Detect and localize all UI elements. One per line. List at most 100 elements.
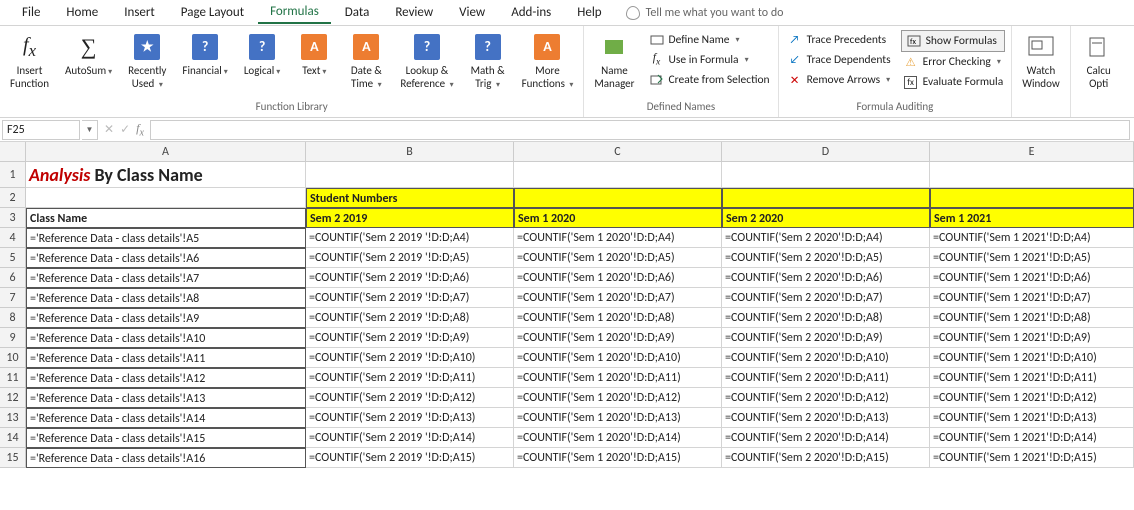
cell-E[interactable]: =COUNTIF('Sem 1 2021'!D:D;A7) (930, 288, 1134, 308)
cell-D[interactable]: =COUNTIF('Sem 2 2020'!D:D;A7) (722, 288, 930, 308)
row-header-8[interactable]: 8 (0, 308, 26, 328)
recently-button[interactable]: ★Recently Used ▾ (124, 30, 170, 93)
name-box[interactable]: F25 (2, 120, 80, 140)
cell-A[interactable]: ='Reference Data - class details'!A8 (26, 288, 306, 308)
menu-tab-file[interactable]: File (10, 2, 52, 23)
cell-A[interactable]: Analysis By Class Name (26, 162, 306, 188)
cell-E[interactable]: =COUNTIF('Sem 1 2021'!D:D;A5) (930, 248, 1134, 268)
cell-B[interactable]: =COUNTIF('Sem 2 2019 '!D:D;A9) (306, 328, 514, 348)
cell-C[interactable]: =COUNTIF('Sem 1 2020'!D:D;A15) (514, 448, 722, 468)
cell-B[interactable]: =COUNTIF('Sem 2 2019 '!D:D;A8) (306, 308, 514, 328)
cell-A[interactable]: ='Reference Data - class details'!A14 (26, 408, 306, 428)
cell-E[interactable]: =COUNTIF('Sem 1 2021'!D:D;A6) (930, 268, 1134, 288)
cell-C[interactable]: =COUNTIF('Sem 1 2020'!D:D;A9) (514, 328, 722, 348)
select-all-corner[interactable] (0, 142, 26, 162)
autosum-button[interactable]: ∑AutoSum▾ (61, 30, 116, 80)
cell-A[interactable]: ='Reference Data - class details'!A9 (26, 308, 306, 328)
cell-D[interactable]: =COUNTIF('Sem 2 2020'!D:D;A13) (722, 408, 930, 428)
cell-A[interactable] (26, 188, 306, 208)
cell-B[interactable]: =COUNTIF('Sem 2 2019 '!D:D;A11) (306, 368, 514, 388)
cell-C[interactable]: =COUNTIF('Sem 1 2020'!D:D;A6) (514, 268, 722, 288)
menu-tab-view[interactable]: View (447, 2, 497, 23)
fx-icon[interactable]: fx (136, 121, 144, 138)
cell-C[interactable]: =COUNTIF('Sem 1 2020'!D:D;A10) (514, 348, 722, 368)
cell-A[interactable]: ='Reference Data - class details'!A6 (26, 248, 306, 268)
remove-arrows-button[interactable]: ✕Remove Arrows ▾ (785, 70, 893, 90)
cell-A[interactable]: ='Reference Data - class details'!A10 (26, 328, 306, 348)
cell-C[interactable] (514, 162, 722, 188)
cell-C[interactable]: =COUNTIF('Sem 1 2020'!D:D;A14) (514, 428, 722, 448)
name-box-dropdown[interactable]: ▼ (82, 120, 98, 140)
use-in-formula-button[interactable]: fxUse in Formula ▾ (647, 50, 772, 70)
cell-D[interactable]: =COUNTIF('Sem 2 2020'!D:D;A8) (722, 308, 930, 328)
cell-B[interactable]: =COUNTIF('Sem 2 2019 '!D:D;A12) (306, 388, 514, 408)
cell-B[interactable]: =COUNTIF('Sem 2 2019 '!D:D;A14) (306, 428, 514, 448)
cell-B[interactable]: =COUNTIF('Sem 2 2019 '!D:D;A7) (306, 288, 514, 308)
cell-C[interactable]: Sem 1 2020 (514, 208, 722, 228)
row-header-14[interactable]: 14 (0, 428, 26, 448)
financial-button[interactable]: ?Financial▾ (178, 30, 231, 80)
cell-A[interactable]: ='Reference Data - class details'!A15 (26, 428, 306, 448)
menu-tab-page-layout[interactable]: Page Layout (169, 2, 256, 23)
cell-A[interactable]: ='Reference Data - class details'!A13 (26, 388, 306, 408)
cell-D[interactable]: =COUNTIF('Sem 2 2020'!D:D;A12) (722, 388, 930, 408)
cell-D[interactable]: =COUNTIF('Sem 2 2020'!D:D;A4) (722, 228, 930, 248)
lookup--button[interactable]: ?Lookup & Reference ▾ (396, 30, 457, 93)
menu-tab-home[interactable]: Home (54, 2, 110, 23)
trace-precedents-button[interactable]: ↗Trace Precedents (785, 30, 893, 50)
cell-E[interactable]: =COUNTIF('Sem 1 2021'!D:D;A10) (930, 348, 1134, 368)
cell-A[interactable]: ='Reference Data - class details'!A12 (26, 368, 306, 388)
row-header-12[interactable]: 12 (0, 388, 26, 408)
cell-D[interactable]: =COUNTIF('Sem 2 2020'!D:D;A5) (722, 248, 930, 268)
cell-E[interactable]: =COUNTIF('Sem 1 2021'!D:D;A9) (930, 328, 1134, 348)
column-header-B[interactable]: B (306, 142, 514, 162)
row-header-1[interactable]: 1 (0, 162, 26, 188)
menu-tab-data[interactable]: Data (333, 2, 382, 23)
cell-D[interactable]: =COUNTIF('Sem 2 2020'!D:D;A9) (722, 328, 930, 348)
cell-E[interactable]: =COUNTIF('Sem 1 2021'!D:D;A11) (930, 368, 1134, 388)
row-header-7[interactable]: 7 (0, 288, 26, 308)
evaluate-formula-button[interactable]: fxEvaluate Formula (901, 72, 1006, 92)
logical-button[interactable]: ?Logical▾ (240, 30, 285, 80)
cell-A[interactable]: ='Reference Data - class details'!A7 (26, 268, 306, 288)
error-checking-button[interactable]: ⚠Error Checking ▾ (901, 52, 1006, 72)
define-name-button[interactable]: Define Name ▾ (647, 30, 772, 50)
column-header-A[interactable]: A (26, 142, 306, 162)
cell-D[interactable]: =COUNTIF('Sem 2 2020'!D:D;A15) (722, 448, 930, 468)
menu-tab-help[interactable]: Help (565, 2, 613, 23)
cell-E[interactable]: =COUNTIF('Sem 1 2021'!D:D;A8) (930, 308, 1134, 328)
cell-D[interactable]: Sem 2 2020 (722, 208, 930, 228)
cell-A[interactable]: ='Reference Data - class details'!A16 (26, 448, 306, 468)
row-header-6[interactable]: 6 (0, 268, 26, 288)
cell-E[interactable]: =COUNTIF('Sem 1 2021'!D:D;A4) (930, 228, 1134, 248)
cell-C[interactable]: =COUNTIF('Sem 1 2020'!D:D;A12) (514, 388, 722, 408)
cell-B[interactable]: =COUNTIF('Sem 2 2019 '!D:D;A10) (306, 348, 514, 368)
cell-C[interactable]: =COUNTIF('Sem 1 2020'!D:D;A7) (514, 288, 722, 308)
cell-B[interactable]: =COUNTIF('Sem 2 2019 '!D:D;A5) (306, 248, 514, 268)
cell-E[interactable]: =COUNTIF('Sem 1 2021'!D:D;A14) (930, 428, 1134, 448)
cell-B[interactable]: =COUNTIF('Sem 2 2019 '!D:D;A4) (306, 228, 514, 248)
trace-dependents-button[interactable]: ↙Trace Dependents (785, 50, 893, 70)
cell-E[interactable]: =COUNTIF('Sem 1 2021'!D:D;A13) (930, 408, 1134, 428)
cell-C[interactable] (514, 188, 722, 208)
row-header-3[interactable]: 3 (0, 208, 26, 228)
name-manager-button[interactable]: Name Manager (590, 30, 638, 92)
calc-options-button[interactable]: Calcu Opti (1077, 30, 1121, 92)
cell-D[interactable] (722, 188, 930, 208)
cell-B[interactable]: =COUNTIF('Sem 2 2019 '!D:D;A13) (306, 408, 514, 428)
cell-B[interactable]: Sem 2 2019 (306, 208, 514, 228)
menu-tab-insert[interactable]: Insert (112, 2, 167, 23)
row-header-10[interactable]: 10 (0, 348, 26, 368)
menu-tab-review[interactable]: Review (383, 2, 445, 23)
show-formulas-button[interactable]: fxShow Formulas (901, 30, 1006, 52)
row-header-13[interactable]: 13 (0, 408, 26, 428)
cell-A[interactable]: ='Reference Data - class details'!A11 (26, 348, 306, 368)
math--button[interactable]: ?Math & Trig ▾ (466, 30, 510, 93)
cell-C[interactable]: =COUNTIF('Sem 1 2020'!D:D;A5) (514, 248, 722, 268)
text-button[interactable]: AText▾ (292, 30, 336, 80)
cell-C[interactable]: =COUNTIF('Sem 1 2020'!D:D;A8) (514, 308, 722, 328)
cell-E[interactable]: =COUNTIF('Sem 1 2021'!D:D;A15) (930, 448, 1134, 468)
cell-E[interactable] (930, 162, 1134, 188)
row-header-5[interactable]: 5 (0, 248, 26, 268)
cell-D[interactable] (722, 162, 930, 188)
